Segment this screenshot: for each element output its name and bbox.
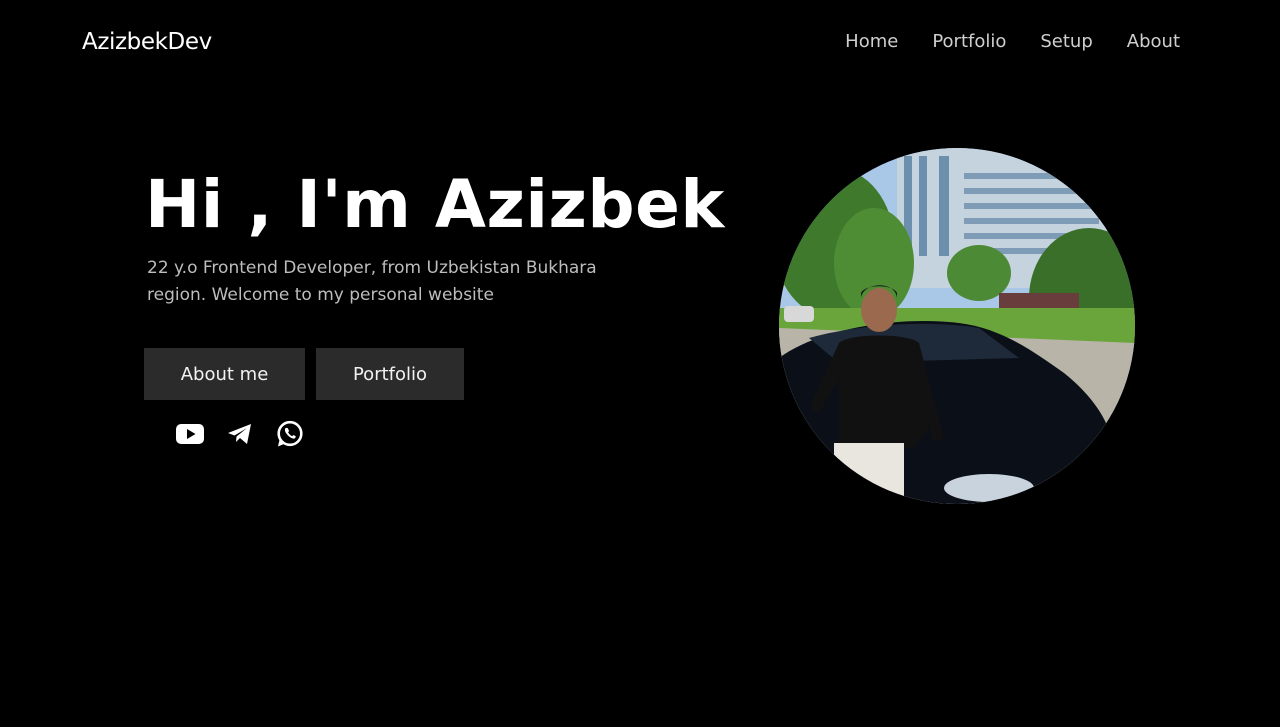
whatsapp-icon[interactable] xyxy=(276,420,304,448)
profile-photo xyxy=(779,148,1135,504)
telegram-icon[interactable] xyxy=(226,420,254,448)
hero-title: Hi , I'm Azizbek xyxy=(145,166,725,243)
about-me-button[interactable]: About me xyxy=(144,348,305,400)
nav-setup-link[interactable]: Setup xyxy=(1040,30,1092,54)
portfolio-button[interactable]: Portfolio xyxy=(316,348,464,400)
nav-portfolio-link[interactable]: Portfolio xyxy=(932,30,1006,54)
hero-buttons: About me Portfolio xyxy=(144,348,464,400)
hero-subtitle: 22 y.o Frontend Developer, from Uzbekist… xyxy=(147,258,597,305)
social-links xyxy=(176,420,304,448)
site-logo[interactable]: AzizbekDev xyxy=(82,27,212,57)
nav-about-link[interactable]: About xyxy=(1127,30,1180,54)
page: AzizbekDev Home Portfolio Setup About Hi… xyxy=(0,0,1280,727)
youtube-icon[interactable] xyxy=(176,420,204,448)
main-nav: Home Portfolio Setup About xyxy=(845,30,1180,54)
nav-home-link[interactable]: Home xyxy=(845,30,898,54)
